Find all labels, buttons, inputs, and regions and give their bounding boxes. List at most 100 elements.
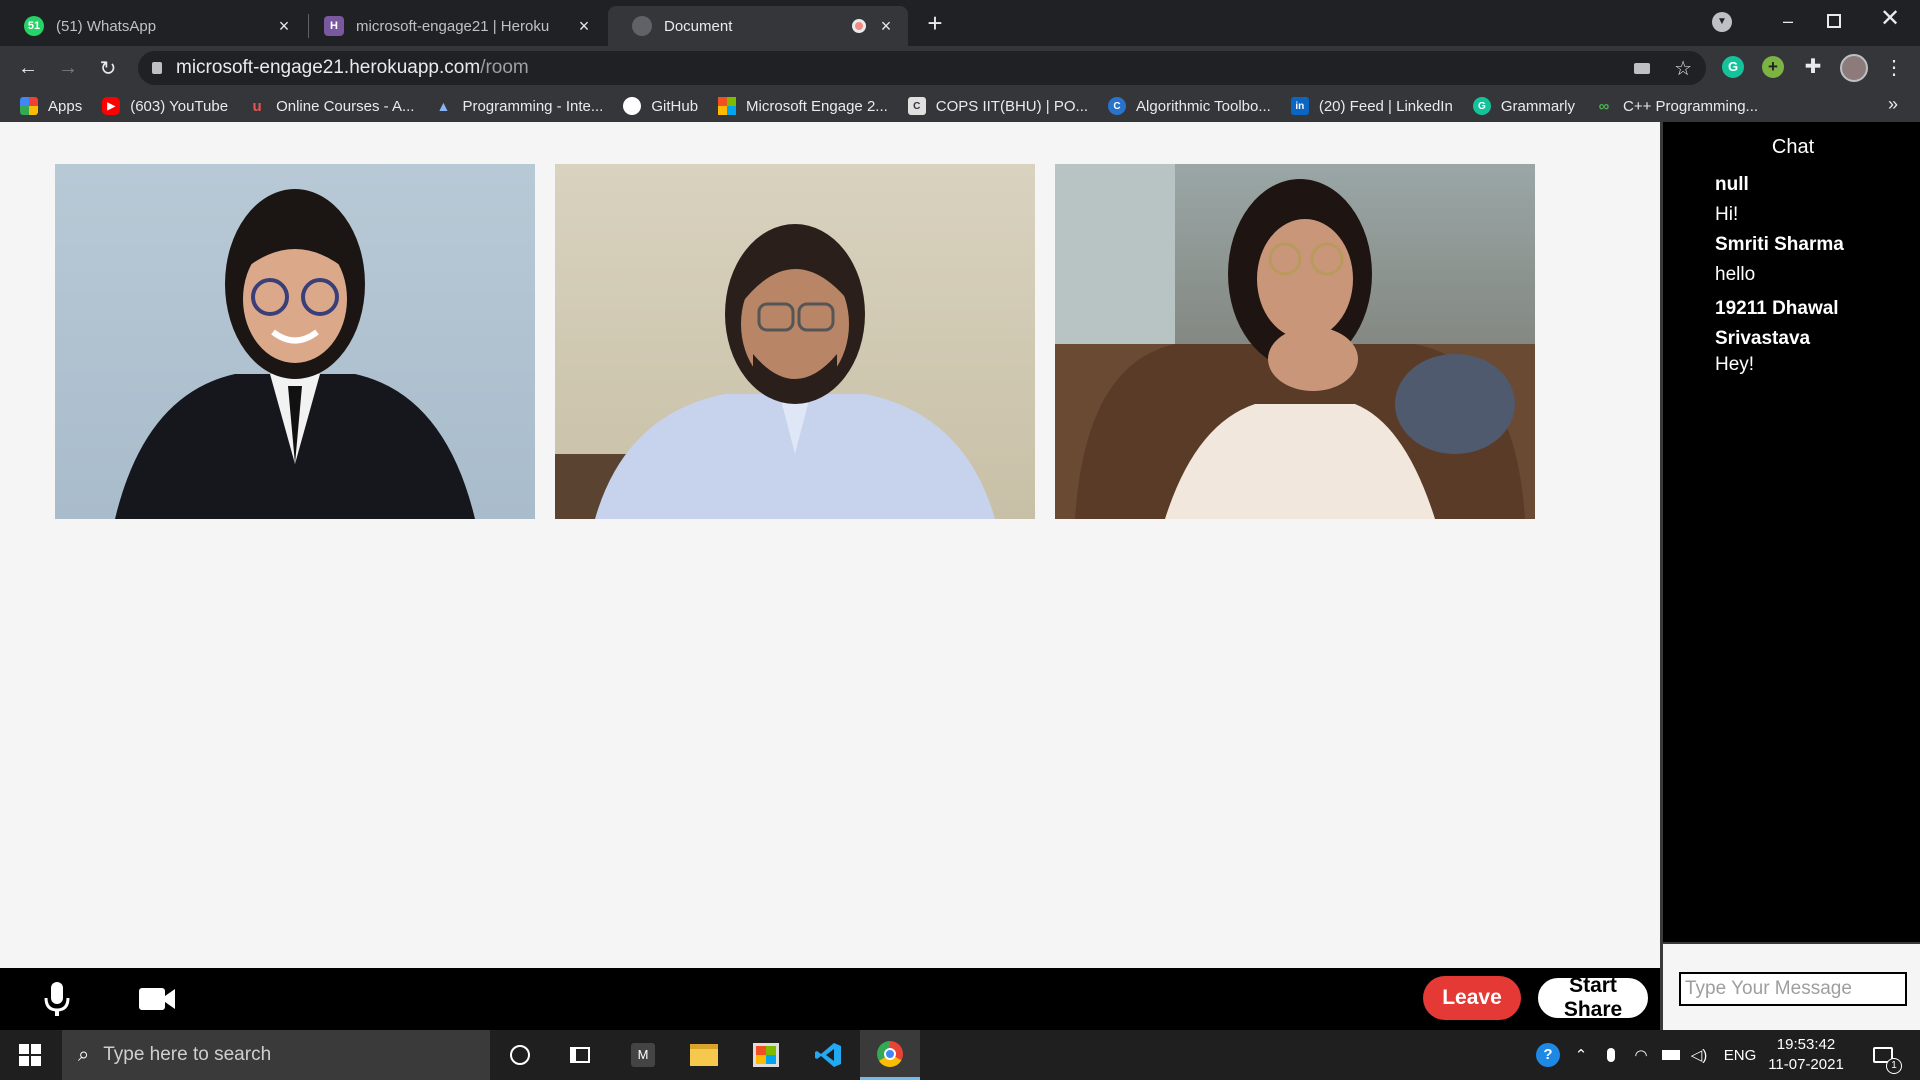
chat-input-area [1660,942,1920,1030]
tab-title: (51) WhatsApp [56,17,157,35]
bookmark-cpp[interactable]: ∞ C++ Programming... [1595,97,1758,115]
add-extension-icon[interactable]: + [1762,56,1784,78]
bookmark-programming[interactable]: ▲ Programming - Inte... [434,97,604,115]
bookmark-grammarly[interactable]: G Grammarly [1472,97,1575,115]
chevron-up-icon[interactable]: ⌃ [1568,1030,1594,1080]
tab-whatsapp[interactable]: 51 (51) WhatsApp × [0,6,306,46]
chat-message-text: Hi! [1715,204,1739,225]
start-button[interactable] [0,1030,60,1080]
chrome-icon [877,1040,903,1067]
chat-title: Chat [1771,136,1815,158]
bookmark-label: COPS IIT(BHU) | PO... [935,97,1089,115]
tab-heroku[interactable]: H microsoft-engage21 | Heroku × [300,6,606,46]
notification-center-button[interactable]: 1 [1860,1030,1906,1080]
close-window-button[interactable]: ✕ [1870,2,1910,36]
minimize-button[interactable]: – [1768,4,1808,38]
clock[interactable]: 19:53:42 11-07-2021 [1766,1030,1846,1080]
video-camera-icon [139,988,175,1010]
video-participant-2 [555,164,1035,519]
browser-toolbar: ← → ↻ microsoft-engage21.herokuapp.com/r… [0,46,1920,90]
chat-message-sender: 19211 Dhawal Srivastava [1715,298,1839,349]
extensions-puzzle-icon[interactable]: ✚ [1800,54,1826,80]
windows-taskbar: ⌕ Type here to search M ? ⌃ ◠ ◁) ENG 19:… [0,1030,1920,1080]
microphone-tray-icon[interactable] [1598,1030,1624,1080]
taskbar-app-m[interactable]: M [613,1030,673,1080]
camera-in-use-icon[interactable] [1634,62,1651,74]
file-explorer-button[interactable] [674,1030,734,1080]
vscode-icon [815,1043,841,1067]
grammarly-extension-icon[interactable]: G [1722,56,1744,78]
chat-panel: Chat null Hi! Smriti Sharma hello 19211 … [1660,122,1920,942]
microsoft-store-button[interactable] [736,1030,796,1080]
reload-icon: ↻ [99,57,117,80]
clock-time: 19:53:42 [1776,1036,1836,1053]
restore-icon [1827,14,1841,28]
help-icon[interactable]: ? [1532,1030,1564,1080]
microphone-icon [44,982,70,1016]
search-placeholder: Type here to search [103,1044,272,1065]
close-tab-icon[interactable]: × [872,16,900,37]
forward-button[interactable]: → [52,52,84,84]
tab-document[interactable]: Document × [608,6,908,46]
volume-icon[interactable]: ◁) [1686,1030,1712,1080]
participant-1-video-frame [115,189,475,519]
vscode-button[interactable] [798,1030,858,1080]
call-controls-bar: Leave Start Share [0,968,1660,1030]
recording-icon [852,19,866,33]
room-page: Chat null Hi! Smriti Sharma hello 19211 … [0,122,1920,1030]
chat-message-text: hello [1715,264,1756,285]
notification-count-badge: 1 [1886,1058,1902,1074]
bookmark-microsoft-engage[interactable]: Microsoft Engage 2... [718,97,888,115]
chat-message-input[interactable] [1679,972,1907,1006]
bookmark-github[interactable]: GitHub [623,97,698,115]
language-indicator[interactable]: ENG [1718,1030,1762,1080]
bookmark-linkedin[interactable]: in (20) Feed | LinkedIn [1290,97,1453,115]
battery-icon[interactable] [1658,1030,1684,1080]
video-participant-1 [55,164,535,519]
taskbar-search-box[interactable]: ⌕ Type here to search [62,1030,490,1080]
whatsapp-icon: 51 [24,16,44,36]
coursera-icon: C [1108,97,1127,115]
more-bookmarks-button[interactable]: » [1880,94,1906,118]
restore-button[interactable] [1814,4,1854,38]
bookmark-udemy[interactable]: u Online Courses - A... [248,97,414,115]
menu-kebab-icon[interactable]: ⋮ [1884,54,1904,82]
close-tab-icon[interactable]: × [570,16,598,37]
heroku-icon: H [324,16,344,36]
bookmark-cops[interactable]: C COPS IIT(BHU) | PO... [907,97,1089,115]
apps-grid-icon [20,97,38,115]
back-button[interactable]: ← [12,52,44,84]
new-tab-button[interactable]: + [918,6,952,40]
chrome-taskbar-button[interactable] [860,1030,920,1080]
bookmark-label: Microsoft Engage 2... [746,97,888,115]
wifi-icon[interactable]: ◠ [1628,1030,1654,1080]
tab-title: microsoft-engage21 | Heroku [356,17,550,35]
search-icon: ⌕ [78,1043,90,1066]
camera-button[interactable] [138,984,176,1014]
mountain-icon: ▲ [436,98,451,114]
video-participant-3 [1055,164,1535,519]
tab-search-icon[interactable]: ▼ [1712,12,1732,32]
reload-button[interactable]: ↻ [92,52,124,84]
url-host: microsoft-engage21.herokuapp.com [176,57,481,78]
linkedin-icon: in [1290,97,1309,115]
bookmarks-bar: Apps ▶ (603) YouTube u Online Courses - … [0,90,1920,122]
task-view-icon [570,1047,590,1063]
task-view-button[interactable] [550,1030,610,1080]
start-share-button[interactable]: Start Share [1536,974,1650,1021]
profile-avatar[interactable] [1840,54,1868,82]
youtube-icon: ▶ [102,97,121,115]
close-tab-icon[interactable]: × [270,16,298,37]
windows-logo-icon [19,1044,41,1066]
bookmark-coursera[interactable]: C Algorithmic Toolbo... [1108,97,1271,115]
clock-date: 11-07-2021 [1768,1056,1844,1073]
leave-button[interactable]: Leave [1423,976,1521,1020]
bookmark-youtube[interactable]: ▶ (603) YouTube [102,97,228,115]
tab-title: Document [664,17,733,35]
address-bar[interactable]: microsoft-engage21.herokuapp.com/room ☆ [138,51,1706,85]
bookmark-apps[interactable]: Apps [20,97,82,115]
microsoft-icon [718,97,737,115]
cortana-button[interactable] [490,1030,550,1080]
bookmark-star-icon[interactable]: ☆ [1674,56,1692,81]
mic-button[interactable] [42,980,72,1018]
